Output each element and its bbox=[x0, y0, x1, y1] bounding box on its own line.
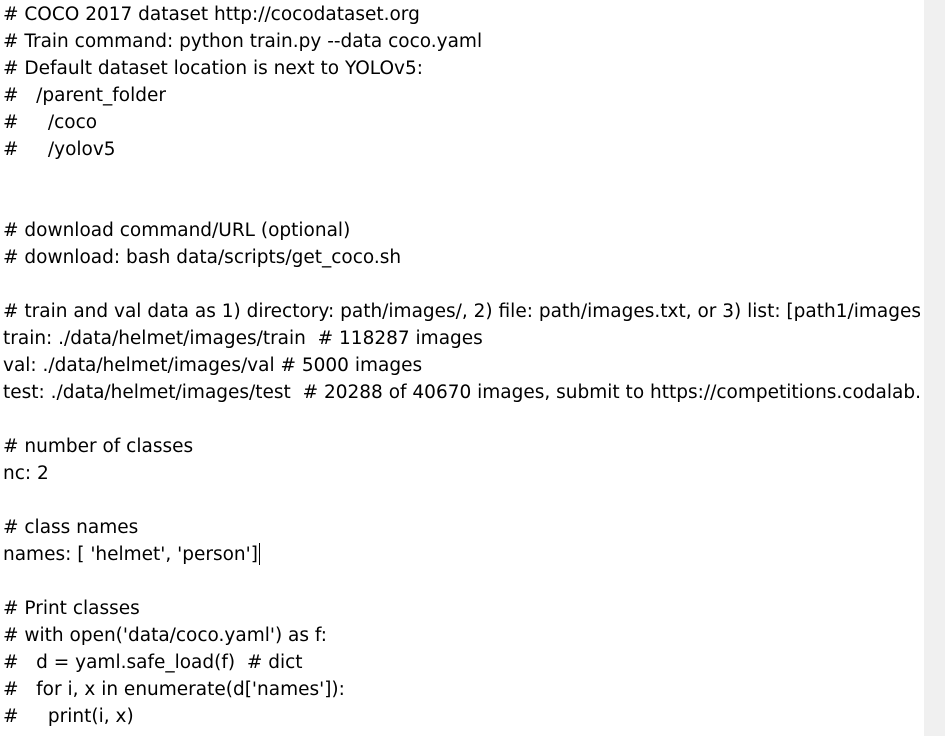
editor-window: # COCO 2017 dataset http://cocodataset.o… bbox=[0, 0, 945, 736]
text-line: # COCO 2017 dataset http://cocodataset.o… bbox=[3, 4, 420, 25]
text-line: # Default dataset location is next to YO… bbox=[3, 58, 423, 79]
text-line-content: names: [ 'helmet', 'person'] bbox=[3, 544, 258, 565]
text-line: # d = yaml.safe_load(f) # dict bbox=[3, 652, 303, 673]
text-line: train: ./data/helmet/images/train # 1182… bbox=[3, 328, 483, 349]
text-line: # /parent_folder bbox=[3, 85, 166, 106]
text-line: test: ./data/helmet/images/test # 20288 … bbox=[3, 382, 920, 403]
text-lines: # COCO 2017 dataset http://cocodataset.o… bbox=[3, 1, 920, 730]
vertical-scrollbar[interactable] bbox=[924, 0, 945, 736]
text-line: # download: bash data/scripts/get_coco.s… bbox=[3, 247, 402, 268]
text-line: # with open('data/coco.yaml') as f: bbox=[3, 625, 327, 646]
text-line bbox=[3, 163, 920, 190]
text-line: # train and val data as 1) directory: pa… bbox=[3, 301, 920, 322]
text-line: # /coco bbox=[3, 112, 98, 133]
text-line bbox=[3, 568, 920, 595]
text-caret bbox=[258, 543, 260, 565]
text-line bbox=[3, 190, 920, 217]
text-line: # for i, x in enumerate(d['names']): bbox=[3, 679, 345, 700]
text-line: # print(i, x) bbox=[3, 706, 134, 727]
text-editor-area[interactable]: # COCO 2017 dataset http://cocodataset.o… bbox=[0, 0, 920, 736]
text-line: val: ./data/helmet/images/val # 5000 ima… bbox=[3, 355, 423, 376]
text-line: # download command/URL (optional) bbox=[3, 220, 351, 241]
text-line bbox=[3, 271, 920, 298]
text-line: # number of classes bbox=[3, 436, 194, 457]
text-line: nc: 2 bbox=[3, 463, 49, 484]
text-line bbox=[3, 487, 920, 514]
text-line: # class names bbox=[3, 517, 139, 538]
scrollbar-thumb[interactable] bbox=[926, 0, 943, 736]
text-line-with-caret: names: [ 'helmet', 'person'] bbox=[3, 541, 920, 568]
text-line: # /yolov5 bbox=[3, 139, 116, 160]
text-line bbox=[3, 406, 920, 433]
text-line: # Print classes bbox=[3, 598, 140, 619]
text-line: # Train command: python train.py --data … bbox=[3, 31, 483, 52]
